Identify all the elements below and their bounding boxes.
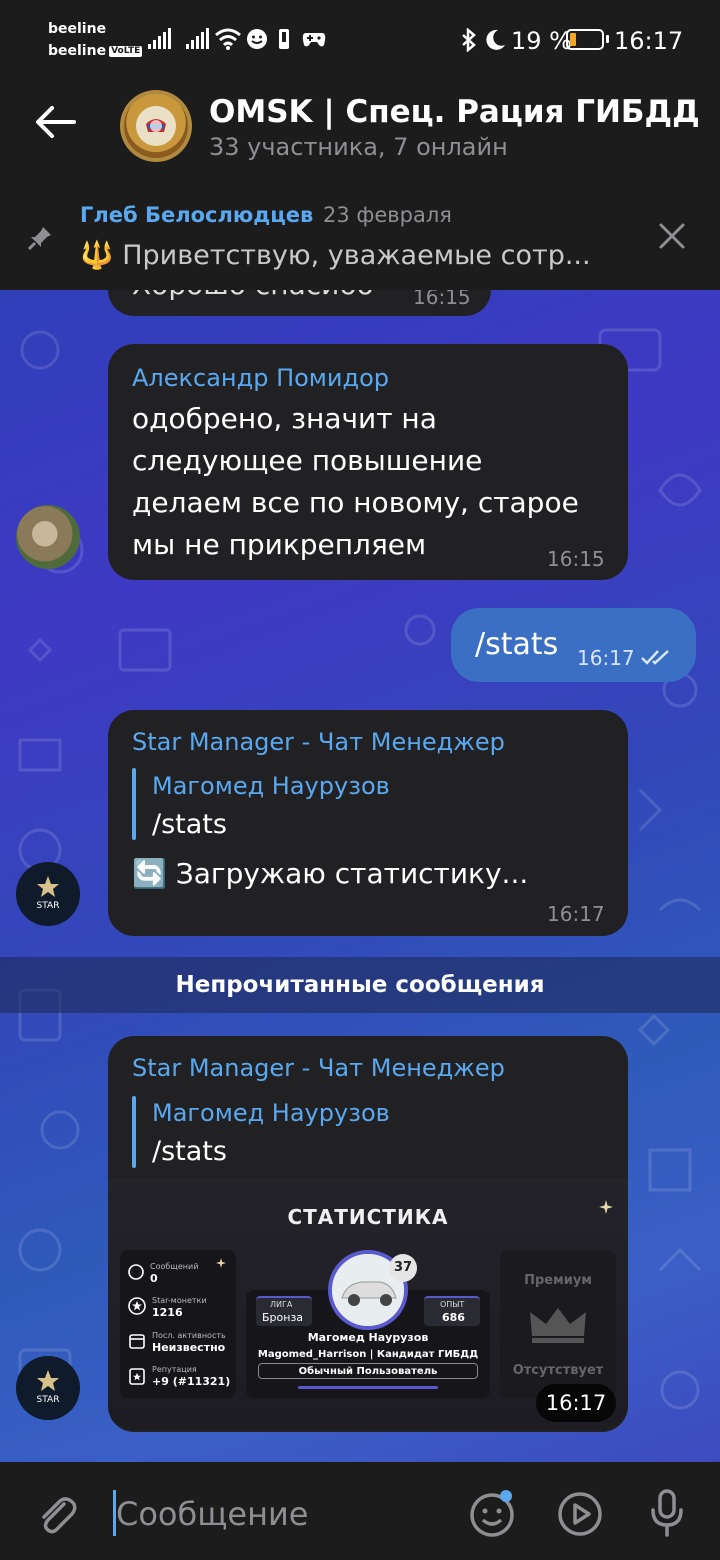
signal-icon-1 xyxy=(148,28,171,49)
star-logo-text: STAR xyxy=(37,901,60,911)
reputation-icon xyxy=(129,1368,145,1385)
chat-bubble-icon xyxy=(128,1264,144,1280)
sparkle-icon xyxy=(216,1258,226,1268)
league-value: Бронза xyxy=(262,1311,304,1324)
sparkle-icon xyxy=(599,1200,613,1214)
star-logo-icon: STAR xyxy=(37,1370,60,1405)
profile-username: Magomed_Harrison | Кандидат ГИБДД xyxy=(257,1349,479,1360)
activity-value: Неизвестно xyxy=(152,1341,226,1354)
paperclip-icon[interactable] xyxy=(34,1492,80,1538)
exp-value: 686 xyxy=(442,1311,465,1324)
pinned-text-overlay: 🔱 Приветствую, уважаемые сотр... xyxy=(80,240,591,271)
phone-status-icon xyxy=(279,29,289,49)
message-author-bot-2[interactable]: Star Manager - Чат Менеджер xyxy=(132,1053,505,1083)
wifi-icon xyxy=(215,28,241,50)
profile-name: Магомед Наурузов xyxy=(307,1331,429,1344)
calendar-icon xyxy=(129,1334,145,1349)
message-line: следующее повышение xyxy=(132,444,483,477)
double-check-icon xyxy=(641,650,669,665)
message-time: 16:15 xyxy=(547,547,605,571)
message-time-outgoing: 16:17 xyxy=(577,646,635,670)
reply-quote-author[interactable]: Магомед Наурузов xyxy=(152,1098,390,1128)
status-bar xyxy=(0,0,720,82)
group-avatar[interactable] xyxy=(120,90,192,162)
reply-quote-bar xyxy=(132,768,136,840)
message-text-bot-1: 🔄 Загружаю статистику... xyxy=(132,857,529,890)
gamepad-icon xyxy=(302,33,326,47)
close-icon-overlay[interactable] xyxy=(658,222,686,250)
battery-icon xyxy=(566,29,604,50)
message-text-outgoing: /stats xyxy=(475,627,559,662)
avatar-star-manager[interactable]: STAR xyxy=(16,862,80,926)
reply-quote-text: /stats xyxy=(152,809,227,840)
messages-label: Сообщений xyxy=(150,1262,199,1271)
premium-value: Отсутствует xyxy=(512,1363,604,1378)
crown-icon xyxy=(530,1308,586,1343)
star-logo-icon: STAR xyxy=(37,876,60,911)
progress-bar xyxy=(298,1386,438,1389)
image-time-badge: 16:17 xyxy=(536,1384,616,1422)
group-title[interactable]: OMSK | Спец. Рация ГИБДД xyxy=(209,92,700,132)
stats-premium-panel: Премиум Отсутствует xyxy=(500,1250,616,1398)
star-logo-text: STAR xyxy=(37,1395,60,1405)
messages-value: 0 xyxy=(150,1272,158,1285)
pinned-author-overlay: Глеб Белослюдцев xyxy=(80,203,314,227)
level-badge: 37 xyxy=(389,1254,417,1282)
role-text: Обычный Пользователь xyxy=(298,1366,438,1377)
face-status-icon xyxy=(247,29,267,49)
emoji-icon[interactable] xyxy=(468,1488,518,1538)
exp-label: ОПЫТ xyxy=(440,1300,465,1309)
back-arrow-icon[interactable] xyxy=(34,104,76,140)
reply-quote-text: /stats xyxy=(152,1136,227,1167)
carrier-2: beeline VoLTE xyxy=(48,43,143,59)
clock: 16:17 xyxy=(614,27,684,55)
coins-label: Star-монетки xyxy=(152,1296,207,1305)
battery-percent: 19 % xyxy=(511,27,572,55)
message-time-bot-1: 16:17 xyxy=(547,902,605,926)
pin-icon-overlay xyxy=(27,227,51,251)
pinned-date-overlay: 23 февраля xyxy=(323,203,452,227)
message-input[interactable]: Сообщение xyxy=(116,1494,308,1534)
message-input-bar xyxy=(0,1462,720,1560)
reputation-label: Репутация xyxy=(152,1365,197,1374)
avatar-hedgehog[interactable] xyxy=(16,505,80,569)
message-line: делаем все по новому, старое xyxy=(132,486,579,519)
premium-label: Премиум xyxy=(524,1273,592,1288)
moon-icon xyxy=(486,29,505,50)
league-label: ЛИГА xyxy=(270,1300,293,1309)
reputation-value: +9 (#11321) xyxy=(152,1375,231,1388)
message-line: мы не прикрепляем xyxy=(132,528,427,561)
signal-icon-2 xyxy=(186,28,209,49)
message-author-bot-1[interactable]: Star Manager - Чат Менеджер xyxy=(132,727,505,757)
carrier-1: beeline xyxy=(48,21,107,37)
activity-label: Посл. активность xyxy=(152,1331,226,1340)
unread-divider: Непрочитанные сообщения xyxy=(0,957,720,1013)
star-coin-icon xyxy=(128,1297,146,1315)
message-line: одобрено, значит на xyxy=(132,402,437,435)
battery-tip xyxy=(606,35,609,43)
bluetooth-icon xyxy=(462,28,476,52)
volte-badge: VoLTE xyxy=(109,45,143,57)
group-members-status: 33 участника, 7 онлайн xyxy=(209,133,508,161)
stats-left-panel: Сообщений 0 Star-монетки 1216 Посл. акти… xyxy=(120,1250,236,1398)
avatar-star-manager[interactable]: STAR xyxy=(16,1356,80,1420)
reply-quote-bar xyxy=(132,1096,136,1168)
coins-value: 1216 xyxy=(152,1306,183,1319)
message-author-alexander[interactable]: Александр Помидор xyxy=(132,363,389,393)
police-emblem-icon xyxy=(120,90,192,162)
video-message-icon[interactable] xyxy=(556,1490,604,1538)
stats-title: СТАТИСТИКА xyxy=(287,1205,449,1229)
microphone-icon[interactable] xyxy=(648,1488,686,1538)
reply-quote-author[interactable]: Магомед Наурузов xyxy=(152,771,390,801)
